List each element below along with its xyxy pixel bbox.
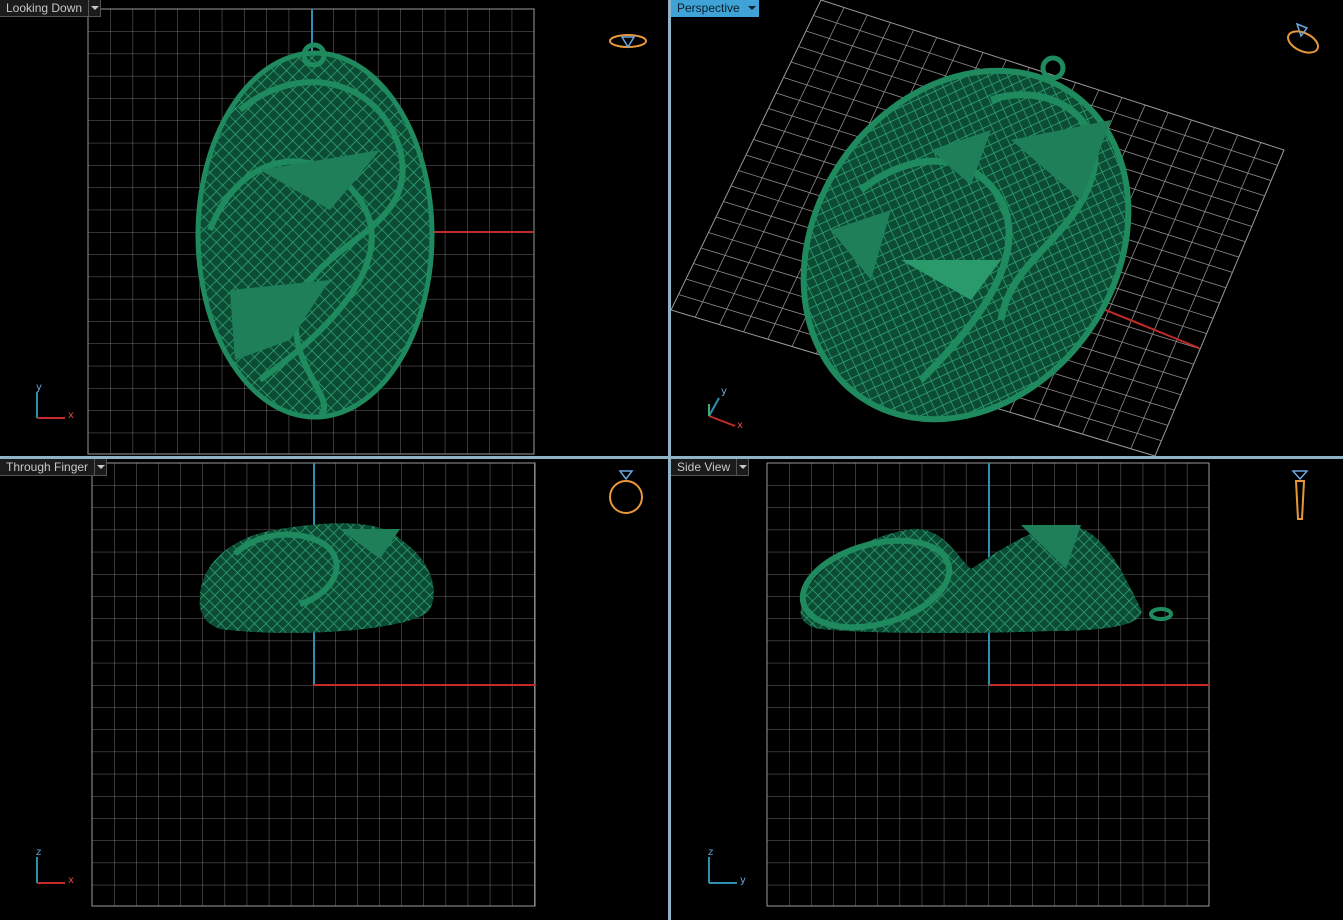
pendant-model[interactable] bbox=[195, 42, 435, 420]
axis-label-h: y bbox=[740, 875, 746, 886]
viewport-menu-perspective[interactable]: Perspective bbox=[671, 0, 759, 17]
viewport-through-finger[interactable]: Through Finger z x bbox=[0, 459, 668, 920]
viewport-title: Perspective bbox=[671, 0, 747, 17]
dropdown-arrow-icon[interactable] bbox=[89, 0, 102, 17]
viewport-canvas[interactable] bbox=[0, 0, 668, 456]
viewport-title: Through Finger bbox=[0, 459, 96, 476]
viewport-title: Looking Down bbox=[0, 0, 90, 17]
viewport-side-view[interactable]: Side View z y bbox=[671, 459, 1343, 920]
viewport-menu-side-view[interactable]: Side View bbox=[671, 459, 750, 476]
axis-gizmo: z y bbox=[705, 847, 755, 889]
dropdown-arrow-icon[interactable] bbox=[737, 459, 750, 476]
dropdown-arrow-icon[interactable] bbox=[746, 0, 759, 17]
viewport-canvas[interactable] bbox=[0, 459, 668, 920]
dropdown-arrow-icon[interactable] bbox=[95, 459, 108, 476]
axis-label-v: z bbox=[36, 847, 42, 858]
viewport-looking-down[interactable]: Looking Down y x bbox=[0, 0, 668, 456]
viewport-canvas[interactable] bbox=[671, 0, 1343, 456]
axis-label-h: x bbox=[737, 420, 743, 431]
viewport-menu-through-finger[interactable]: Through Finger bbox=[0, 459, 108, 476]
axis-gizmo: y x bbox=[705, 386, 755, 432]
axis-label-h: x bbox=[68, 410, 74, 421]
axis-gizmo: y x bbox=[33, 382, 83, 422]
viewport-perspective[interactable]: Perspective y x bbox=[671, 0, 1343, 456]
viewport-menu-looking-down[interactable]: Looking Down bbox=[0, 0, 102, 17]
pendant-model[interactable] bbox=[737, 7, 1195, 456]
viewport-title: Side View bbox=[671, 459, 738, 476]
axis-label-v: y bbox=[36, 382, 42, 393]
axis-label-h: x bbox=[68, 875, 74, 886]
axis-label-v: z bbox=[708, 847, 714, 858]
viewport-canvas[interactable] bbox=[671, 459, 1343, 920]
axis-label-v: y bbox=[721, 386, 727, 397]
axis-gizmo: z x bbox=[33, 847, 83, 887]
